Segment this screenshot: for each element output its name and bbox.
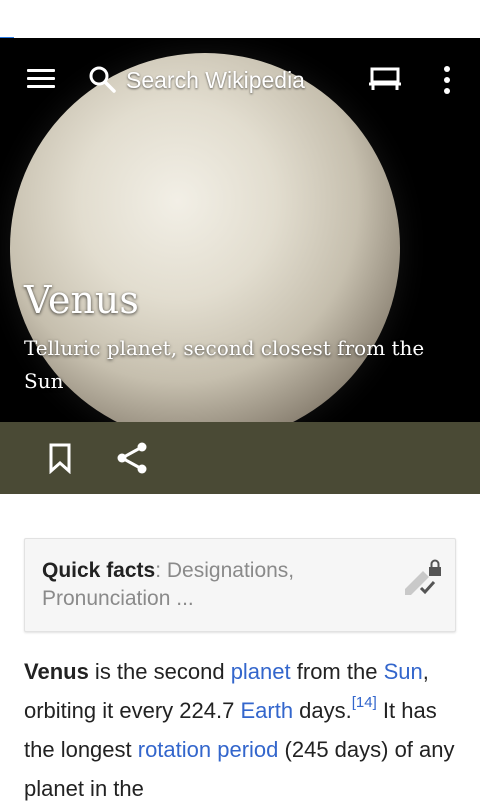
- link-rotation-period[interactable]: rotation period: [138, 737, 279, 762]
- toolbar: Search Wikipedia: [0, 38, 480, 122]
- reading-list-icon[interactable]: [368, 66, 402, 92]
- article-action-bar: [0, 422, 480, 494]
- link-planet[interactable]: planet: [231, 659, 291, 684]
- bold-term: Venus: [24, 659, 89, 684]
- menu-icon[interactable]: [26, 67, 56, 91]
- article-description: Telluric planet, second closest from the…: [24, 336, 425, 393]
- share-icon[interactable]: [114, 441, 150, 475]
- article-body-paragraph: Venus is the second planet from the Sun,…: [24, 652, 464, 808]
- overflow-menu-icon[interactable]: [433, 65, 461, 95]
- lead-image-header: Search Wikipedia Venus Telluric planet, …: [0, 38, 480, 422]
- edit-locked-icon[interactable]: [401, 557, 445, 597]
- body-text: is the second: [88, 659, 231, 684]
- search-icon[interactable]: [88, 65, 116, 93]
- body-text: days.: [293, 698, 352, 723]
- quick-facts-label: Quick facts: [42, 559, 156, 582]
- bookmark-icon[interactable]: [44, 442, 76, 474]
- status-bar: [0, 0, 480, 40]
- body-text: from the: [290, 659, 384, 684]
- article-title: Venus: [24, 278, 139, 322]
- title-block: Venus Telluric planet, second closest fr…: [24, 276, 454, 398]
- search-input[interactable]: Search Wikipedia: [126, 66, 305, 94]
- quick-facts-separator: :: [155, 559, 167, 582]
- link-sun[interactable]: Sun: [384, 659, 423, 684]
- reference-link[interactable]: [14]: [352, 694, 377, 711]
- link-earth[interactable]: Earth: [240, 698, 293, 723]
- quick-facts-text: Quick facts: Designations, Pronunciation…: [42, 557, 372, 613]
- quick-facts-box[interactable]: Quick facts: Designations, Pronunciation…: [24, 538, 456, 632]
